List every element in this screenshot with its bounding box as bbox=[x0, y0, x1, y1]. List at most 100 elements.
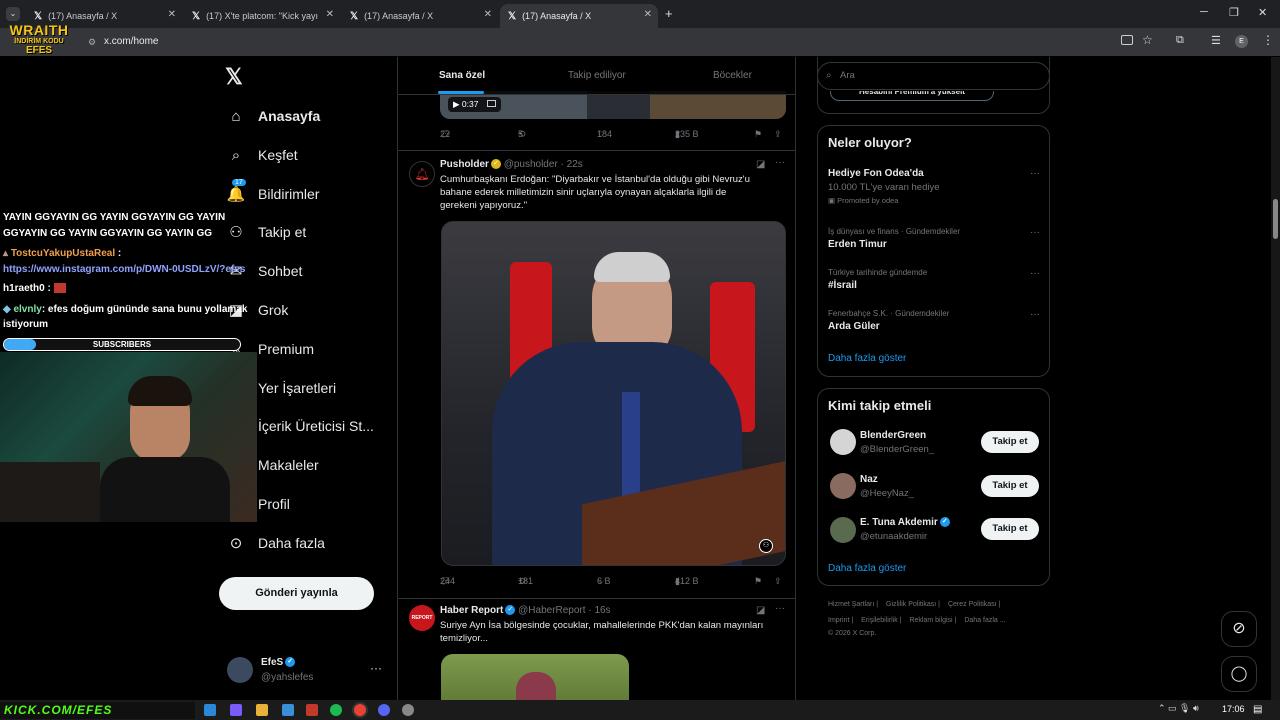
chat-badge-icon: ▴ bbox=[3, 248, 11, 259]
close-tab-icon[interactable]: ✕ bbox=[644, 9, 652, 20]
grok-floating-button[interactable]: ⊘ bbox=[1221, 611, 1257, 647]
tab-following[interactable]: Takip ediliyor bbox=[568, 70, 626, 81]
trend-item[interactable]: Türkiye tarihinde gündemde #İsrail ··· bbox=[828, 268, 1040, 291]
tray-icons[interactable]: ⌃ ▭ 🎙︎ 🔊︎ bbox=[1158, 703, 1199, 714]
trends-show-more-link[interactable]: Daha fazla göster bbox=[828, 353, 906, 364]
alt-media-icon[interactable]: ⚇ bbox=[759, 539, 773, 553]
trend-more-icon[interactable]: ··· bbox=[1030, 168, 1040, 179]
browser-menu-icon[interactable]: ⋮ bbox=[1262, 33, 1274, 47]
browser-toolbar: ← ⚙ x.com/home ☆ ⧉ ☰ E ⋮ bbox=[0, 28, 1280, 56]
x-favicon-icon: 𝕏 bbox=[192, 10, 201, 22]
tab-bugs[interactable]: Böcekler bbox=[713, 70, 752, 81]
tweet-more-icon[interactable]: ··· bbox=[775, 603, 785, 614]
pusholder-avatar: 🔔︎ bbox=[409, 161, 435, 187]
close-tab-icon[interactable]: ✕ bbox=[326, 9, 334, 20]
streamer-hair bbox=[128, 376, 192, 406]
grok-tweet-icon[interactable]: ◪ bbox=[756, 605, 765, 616]
chat-link[interactable]: https://www.instagram.com/p/DWN-0USDLzV/… bbox=[3, 264, 245, 275]
caption-icon[interactable] bbox=[486, 100, 496, 107]
file-explorer-icon[interactable] bbox=[256, 704, 268, 716]
windows-start-icon[interactable] bbox=[204, 704, 216, 716]
account-more-icon[interactable]: ··· bbox=[370, 661, 382, 675]
previous-tweet-media[interactable]: ▶ 0:37 bbox=[440, 91, 786, 119]
follow-button[interactable]: Takip et bbox=[981, 431, 1039, 453]
trend-more-icon[interactable]: ··· bbox=[1030, 227, 1040, 238]
chat-line: YAYIN GGYAYIN GG YAYIN GGYAYIN GG YAYIN bbox=[3, 212, 226, 223]
reading-list-icon[interactable]: ☰ bbox=[1211, 34, 1221, 47]
close-tab-icon[interactable]: ✕ bbox=[484, 9, 492, 20]
close-window-icon[interactable]: ✕ bbox=[1258, 6, 1267, 19]
chrome-icon[interactable] bbox=[354, 704, 366, 716]
tweet-photo[interactable]: ⚇ bbox=[441, 221, 786, 566]
bookmark-icon[interactable]: ⚑ bbox=[754, 129, 762, 140]
trend-item-promoted[interactable]: Hediye Fon Odea'da 10.000 TL'ye varan he… bbox=[828, 168, 1040, 205]
play-icon[interactable]: ▶ bbox=[453, 99, 460, 109]
app-icon[interactable] bbox=[282, 704, 294, 716]
app-icon[interactable] bbox=[402, 704, 414, 716]
profile-avatar[interactable]: E bbox=[1235, 35, 1248, 48]
share-icon[interactable]: ⇪ bbox=[774, 129, 782, 140]
who-to-follow-card: Kimi takip etmeli BlenderGreen @BlenderG… bbox=[817, 388, 1050, 586]
timeline: ▶ 0:37 Sana özel Takip ediliyor Böcekler… bbox=[397, 57, 796, 700]
trend-item[interactable]: Fenerbahçe S.K. · Gündemdekiler Arda Gül… bbox=[828, 309, 1040, 332]
streamer-shirt bbox=[100, 457, 230, 522]
x-logo-icon[interactable]: 𝕏 bbox=[225, 64, 243, 90]
grok-tweet-icon[interactable]: ◪ bbox=[756, 159, 765, 170]
account-handle: @yahslefes bbox=[261, 672, 314, 683]
follow-button[interactable]: Takip et bbox=[981, 518, 1039, 540]
premium-pill[interactable]: Hesabını Premium'a yükselt bbox=[830, 91, 994, 101]
restore-icon[interactable]: ❐ bbox=[1229, 6, 1239, 19]
minimize-icon[interactable]: ─ bbox=[1200, 6, 1208, 18]
extensions-icon[interactable]: ⧉ bbox=[1176, 34, 1184, 47]
nav-item-explore[interactable]: ⌕ Keşfet bbox=[227, 140, 298, 170]
close-tab-icon[interactable]: ✕ bbox=[168, 9, 176, 20]
chat-line: GGYAYIN GG YAYIN GGYAYIN GG YAYIN GG bbox=[3, 228, 212, 239]
scrollbar-thumb[interactable] bbox=[1273, 199, 1278, 239]
bookmark-star-icon[interactable]: ☆ bbox=[1142, 33, 1153, 47]
nav-item-home[interactable]: ⌂ Anasayfa bbox=[227, 101, 320, 131]
bookmark-icon[interactable]: ⚑ bbox=[754, 576, 762, 587]
tab-list-icon[interactable]: ⌄ bbox=[6, 7, 20, 21]
home-icon: ⌂ bbox=[231, 107, 241, 125]
user-avatar bbox=[830, 517, 856, 543]
nav-item-more[interactable]: ⊙ Daha fazla bbox=[227, 528, 325, 558]
tweet-more-icon[interactable]: ··· bbox=[775, 157, 785, 168]
chat-line: h1raeth0 : bbox=[3, 283, 66, 294]
share-icon[interactable]: ⇪ bbox=[774, 576, 782, 587]
app-icon[interactable] bbox=[230, 704, 242, 716]
clock[interactable]: 17:06 bbox=[1222, 704, 1245, 714]
messages-floating-button[interactable]: ◯ bbox=[1221, 656, 1257, 692]
tab-for-you[interactable]: Sana özel bbox=[439, 70, 485, 81]
spotify-icon[interactable] bbox=[330, 704, 342, 716]
discord-icon[interactable] bbox=[378, 704, 390, 716]
child-figure bbox=[516, 672, 556, 700]
media-right-panel bbox=[650, 91, 786, 119]
stream-chat-overlay: YAYIN GGYAYIN GG YAYIN GGYAYIN GG YAYIN … bbox=[0, 190, 265, 355]
previous-tweet-actions: 💬︎ 22 ⟲ 5 ♡ 184 ▮ 235 B ⚑ ⇪ bbox=[440, 129, 782, 140]
site-info-icon[interactable]: ⚙ bbox=[88, 32, 96, 52]
browser-tab-3[interactable]: 𝕏 (17) Anasayfa / X ✕ bbox=[342, 4, 498, 28]
app-icon[interactable] bbox=[306, 704, 318, 716]
tweet-text: Suriye Ayn İsa bölgesinde çocuklar, maha… bbox=[440, 620, 764, 644]
address-bar[interactable]: ⚙ x.com/home bbox=[84, 32, 1114, 52]
follow-button[interactable]: Takip et bbox=[981, 475, 1039, 497]
install-app-icon[interactable] bbox=[1121, 35, 1133, 45]
trends-title: Neler oluyor? bbox=[828, 135, 912, 150]
follow-show-more-link[interactable]: Daha fazla göster bbox=[828, 563, 906, 574]
browser-tab-4-active[interactable]: 𝕏 (17) Anasayfa / X ✕ bbox=[500, 4, 658, 28]
x-favicon-icon: 𝕏 bbox=[350, 10, 359, 22]
trend-item[interactable]: İş dünyası ve finans · Gündemdekiler Erd… bbox=[828, 227, 1040, 250]
chat-badge-icon: ◆ bbox=[3, 304, 14, 315]
notification-center-icon[interactable]: ▤ bbox=[1253, 704, 1262, 715]
verified-badge-icon: ✓ bbox=[505, 605, 516, 616]
trend-more-icon[interactable]: ··· bbox=[1030, 268, 1040, 279]
browser-tab-2[interactable]: 𝕏(17) X'te platcom: "Kick yayıncı...✕ bbox=[184, 4, 340, 28]
wraith-logo: WRAITH İNDİRİM KODU EFES bbox=[9, 22, 69, 56]
new-tab-button[interactable]: + bbox=[665, 6, 673, 21]
x-favicon-icon: 𝕏 bbox=[508, 10, 517, 22]
trend-more-icon[interactable]: ··· bbox=[1030, 309, 1040, 320]
tweet-actions: 💬︎ 244 ⟲ 181 ♡ 6 B ▮ 412 B ⚑ ⇪ bbox=[440, 576, 782, 587]
page-scrollbar[interactable] bbox=[1271, 57, 1280, 700]
tweet-photo[interactable] bbox=[441, 654, 629, 700]
post-button[interactable]: Gönderi yayınla bbox=[219, 577, 374, 610]
